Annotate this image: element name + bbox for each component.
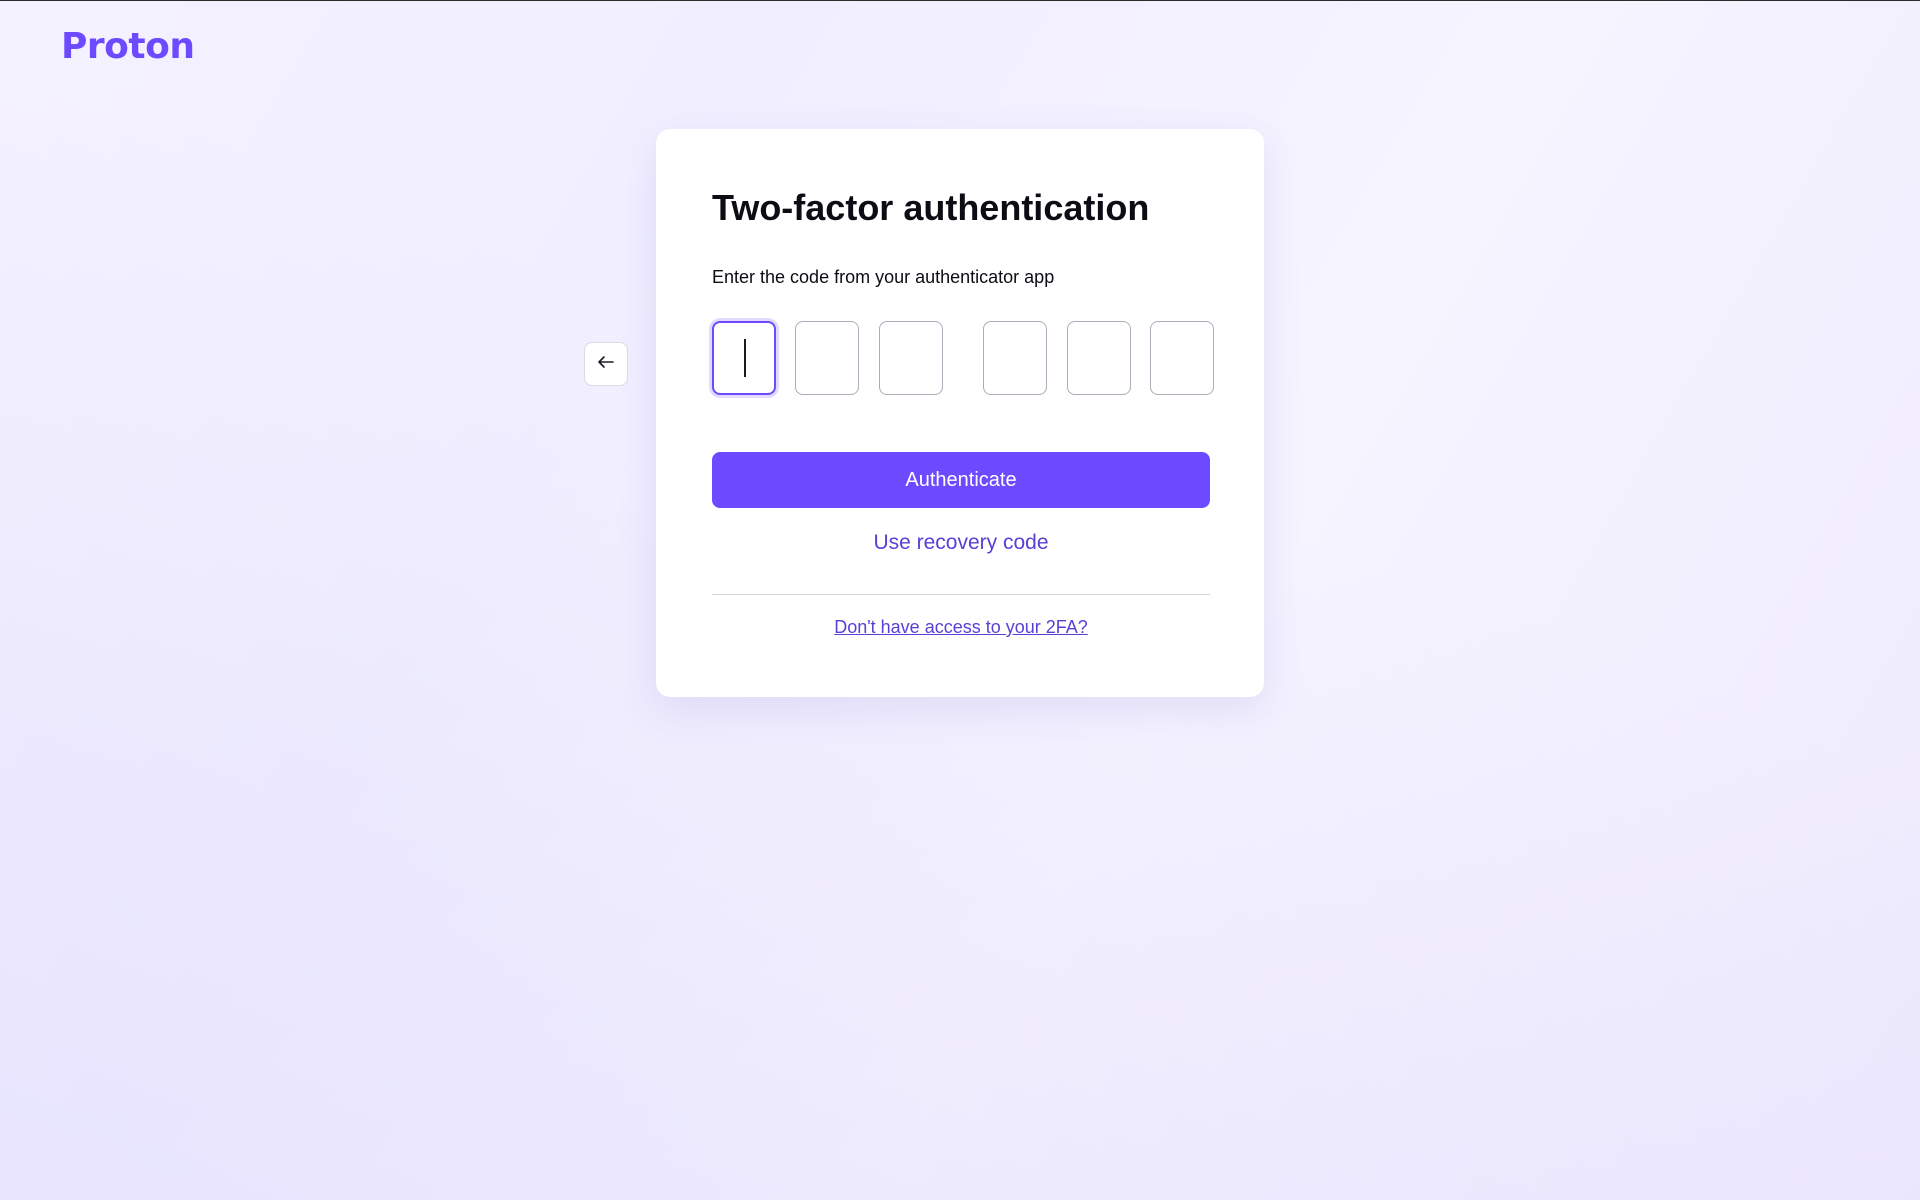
no-2fa-access-link[interactable]: Don't have access to your 2FA? bbox=[712, 617, 1210, 638]
proton-logo: Proton bbox=[61, 26, 195, 67]
use-recovery-code-button[interactable]: Use recovery code bbox=[712, 521, 1210, 565]
two-factor-card: Two-factor authentication Enter the code… bbox=[656, 129, 1264, 697]
arrow-left-icon bbox=[596, 352, 616, 377]
window-top-border bbox=[0, 0, 1920, 1]
code-instructions: Enter the code from your authenticator a… bbox=[712, 267, 1055, 287]
authenticate-button[interactable]: Authenticate bbox=[712, 452, 1210, 508]
back-button[interactable] bbox=[584, 342, 628, 386]
code-digit-1[interactable] bbox=[712, 321, 776, 395]
divider bbox=[712, 594, 1210, 595]
code-digit-2[interactable] bbox=[795, 321, 859, 395]
page-title: Two-factor authentication bbox=[712, 187, 1150, 228]
text-caret bbox=[744, 339, 746, 377]
code-digit-3[interactable] bbox=[879, 321, 943, 395]
code-digit-5[interactable] bbox=[1067, 321, 1131, 395]
code-digit-6[interactable] bbox=[1150, 321, 1214, 395]
code-digit-4[interactable] bbox=[983, 321, 1047, 395]
